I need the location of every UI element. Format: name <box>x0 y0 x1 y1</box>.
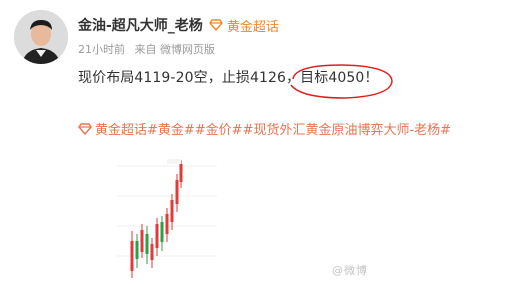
hashtag-row[interactable]: 黄金超话#黄金##金价##现货外汇黄金原油博弈大师-老杨# <box>78 119 451 138</box>
post-meta: 21小时前 来自 微博网页版 <box>78 41 215 57</box>
topic-badge[interactable]: 黄金超话 <box>209 16 279 35</box>
post-source: 来自 微博网页版 <box>134 43 216 56</box>
price-tag <box>167 159 181 164</box>
watermark: @微博 ⁠ ⁠ ⁠ ⁠ ⁠ ⁠ <box>332 264 395 277</box>
chart-thumbnail[interactable] <box>117 146 217 280</box>
diamond-icon <box>78 122 92 135</box>
avatar[interactable] <box>14 10 68 64</box>
weibo-post: 金油-超凡大师_老杨 黄金超话 21小时前 来自 微博网页版 现价布局4119-… <box>0 0 509 284</box>
annotation-circle <box>290 64 393 99</box>
hashtag-text: 黄金超话#黄金##金价##现货外汇黄金原油博弈大师-老杨# <box>95 123 452 138</box>
diamond-icon <box>209 19 223 31</box>
avatar-portrait <box>14 10 68 64</box>
author-name[interactable]: 金油-超凡大师_老杨 <box>78 15 203 35</box>
topic-label: 黄金超话 <box>226 19 279 35</box>
author-row: 金油-超凡大师_老杨 黄金超话 <box>78 15 279 35</box>
post-time[interactable]: 21小时前 <box>78 43 125 56</box>
